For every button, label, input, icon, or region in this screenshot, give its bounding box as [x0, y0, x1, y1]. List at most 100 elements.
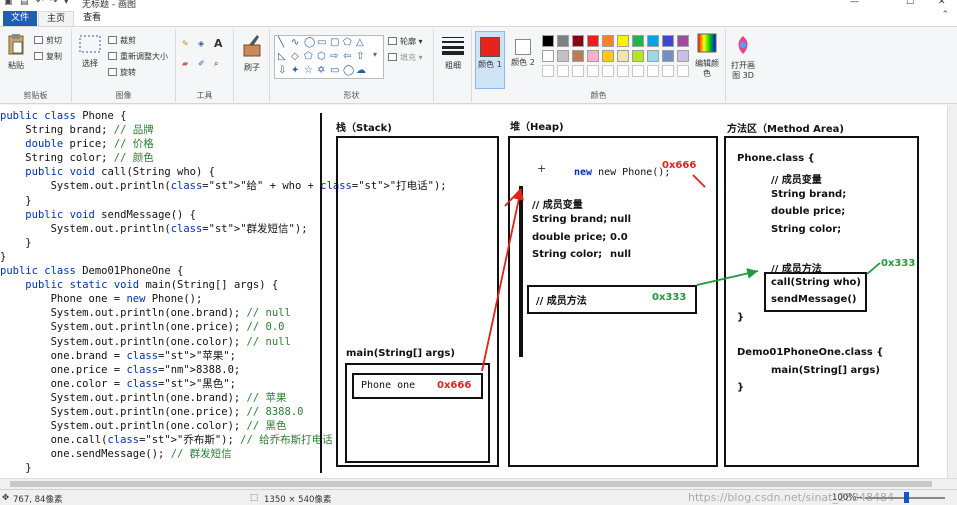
color2-button[interactable]: 颜色 2: [508, 31, 538, 68]
palette-color-swatch[interactable]: [572, 50, 584, 62]
callout-rect-icon[interactable]: ▭: [330, 65, 339, 76]
pencil-icon[interactable]: ✎: [182, 39, 189, 48]
scissors-icon: [34, 36, 43, 44]
copy-label: 复制: [46, 52, 62, 61]
horizontal-scroll-thumb[interactable]: [10, 481, 932, 487]
tools-group-label: 工具: [196, 91, 213, 100]
fill-bucket-icon[interactable]: ◈: [198, 39, 204, 48]
vertical-scrollbar[interactable]: [947, 105, 957, 478]
tab-file[interactable]: 文件: [3, 11, 38, 26]
left-arrow-shape-icon[interactable]: ⇦: [343, 51, 351, 62]
custom-color-swatch[interactable]: [647, 65, 659, 77]
select-button[interactable]: 选择: [76, 35, 104, 69]
polygon-shape-icon[interactable]: ⬠: [343, 37, 352, 48]
palette-color-swatch[interactable]: [677, 35, 689, 47]
palette-color-swatch[interactable]: [677, 50, 689, 62]
size-button[interactable]: 粗细: [438, 35, 468, 71]
callout-cloud-icon[interactable]: ☁: [356, 65, 366, 76]
drawing-canvas[interactable]: public class Phone { String brand; // 品牌…: [0, 105, 947, 478]
cut-button[interactable]: 剪切: [34, 35, 62, 46]
custom-color-swatch[interactable]: [542, 65, 554, 77]
right-arrow-shape-icon[interactable]: ⇨: [330, 51, 338, 62]
minimize-icon[interactable]: —: [850, 0, 859, 7]
palette-color-swatch[interactable]: [572, 35, 584, 47]
line-shape-icon[interactable]: ╲: [278, 37, 284, 48]
four-point-star-icon[interactable]: ✦: [291, 65, 299, 76]
palette-color-swatch[interactable]: [632, 50, 644, 62]
rectangle-shape-icon[interactable]: ▭: [317, 37, 326, 48]
custom-color-swatch[interactable]: [557, 65, 569, 77]
tab-view[interactable]: 查看: [75, 11, 109, 26]
brush-group: 刷子: [234, 29, 270, 102]
triangle-shape-icon[interactable]: △: [356, 37, 364, 48]
brushes-button[interactable]: 刷子: [238, 33, 266, 73]
paint-window: ▣ ▤ ↶ ↷ ▾ 无标题 - 画图 — ☐ ✕ 文件 主页 查看 ⌃ 粘贴 剪…: [0, 0, 957, 505]
palette-color-swatch[interactable]: [602, 50, 614, 62]
tab-home[interactable]: 主页: [38, 11, 75, 26]
resize-button[interactable]: 重新调整大小: [108, 51, 168, 62]
callout-oval-icon[interactable]: ◯: [343, 65, 354, 76]
colors-group-label: 颜色: [590, 91, 607, 100]
redo-icon[interactable]: ↷: [50, 0, 58, 7]
palette-color-swatch[interactable]: [662, 50, 674, 62]
custom-color-swatch[interactable]: [662, 65, 674, 77]
fill-button[interactable]: 填充 ▾: [388, 52, 423, 63]
color1-button[interactable]: 颜色 1: [475, 31, 505, 89]
palette-color-swatch[interactable]: [542, 50, 554, 62]
custom-color-swatch[interactable]: [572, 65, 584, 77]
text-icon[interactable]: A: [214, 37, 223, 50]
color-picker-icon[interactable]: ✐: [198, 59, 205, 68]
close-icon[interactable]: ✕: [938, 0, 946, 7]
custom-color-swatch[interactable]: [617, 65, 629, 77]
palette-color-swatch[interactable]: [617, 50, 629, 62]
hexagon-shape-icon[interactable]: ⬡: [317, 51, 326, 62]
shapes-gallery[interactable]: ╲ ∿ ◯ ▭ ▢ ⬠ △ ◺ ◇ ⬠ ⬡ ⇨ ⇦ ⇧ ⇩ ✦ ☆ ✡ ▭ ◯: [274, 35, 384, 79]
five-point-star-icon[interactable]: ☆: [304, 65, 313, 76]
rounded-rect-shape-icon[interactable]: ▢: [330, 37, 339, 48]
custom-color-swatch[interactable]: [632, 65, 644, 77]
six-point-star-icon[interactable]: ✡: [317, 65, 325, 76]
zoom-slider-thumb[interactable]: [904, 492, 909, 503]
curve-shape-icon[interactable]: ∿: [291, 37, 299, 48]
palette-color-swatch[interactable]: [617, 35, 629, 47]
palette-color-swatch[interactable]: [557, 50, 569, 62]
oval-shape-icon[interactable]: ◯: [304, 37, 315, 48]
palette-color-swatch[interactable]: [647, 50, 659, 62]
palette-color-swatch[interactable]: [587, 35, 599, 47]
paint3d-button[interactable]: 打开画图 3D: [728, 35, 758, 81]
zoom-out-icon[interactable]: −: [856, 493, 863, 503]
down-arrow-shape-icon[interactable]: ⇩: [278, 65, 286, 76]
right-triangle-shape-icon[interactable]: ◺: [278, 51, 286, 62]
palette-color-swatch[interactable]: [602, 35, 614, 47]
custom-color-swatch[interactable]: [587, 65, 599, 77]
title-bar: ▣ ▤ ↶ ↷ ▾ 无标题 - 画图 — ☐ ✕: [0, 0, 957, 10]
palette-color-swatch[interactable]: [632, 35, 644, 47]
palette-color-swatch[interactable]: [647, 35, 659, 47]
palette-color-swatch[interactable]: [557, 35, 569, 47]
rotate-button[interactable]: 旋转: [108, 67, 136, 78]
canvas-size-icon: ⬚: [250, 493, 259, 503]
diamond-shape-icon[interactable]: ◇: [291, 51, 299, 62]
edit-colors-button[interactable]: 编辑颜色: [692, 33, 722, 79]
copy-button[interactable]: 复制: [34, 51, 62, 62]
palette-color-swatch[interactable]: [662, 35, 674, 47]
undo-icon[interactable]: ↶: [36, 0, 44, 7]
outline-button[interactable]: 轮廓 ▾: [388, 36, 423, 47]
shapes-scroll-icon[interactable]: ▾: [373, 50, 377, 59]
custom-color-swatch[interactable]: [602, 65, 614, 77]
collapse-ribbon-icon[interactable]: ⌃: [941, 10, 949, 20]
crop-button[interactable]: 裁剪: [108, 35, 136, 46]
palette-color-swatch[interactable]: [542, 35, 554, 47]
eraser-icon[interactable]: ▰: [182, 59, 188, 68]
paste-button[interactable]: 粘贴: [3, 33, 29, 71]
save-icon[interactable]: ▤: [20, 0, 29, 7]
custom-color-swatch[interactable]: [677, 65, 689, 77]
maximize-icon[interactable]: ☐: [906, 0, 914, 7]
up-arrow-shape-icon[interactable]: ⇧: [356, 51, 364, 62]
magnifier-icon[interactable]: ⌕: [214, 59, 218, 69]
pentagon-shape-icon[interactable]: ⬠: [304, 51, 313, 62]
palette-color-swatch[interactable]: [587, 50, 599, 62]
customize-chevron-icon[interactable]: ▾: [64, 0, 69, 7]
horizontal-scrollbar[interactable]: [0, 478, 957, 489]
zoom-level: 100%: [832, 493, 857, 503]
